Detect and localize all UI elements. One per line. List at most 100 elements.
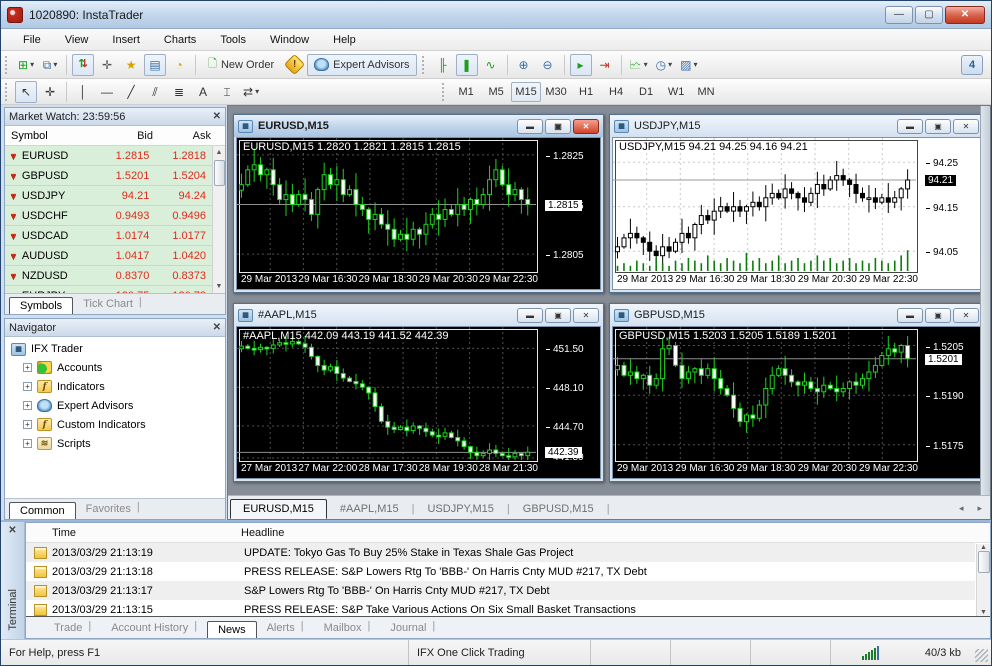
fibonacci-button[interactable]: ≣ [168,81,190,103]
chart-tab-aapl[interactable]: #AAPL,M15 [327,499,412,519]
scrollbar-thumb[interactable] [213,160,225,186]
timeframe-m1[interactable]: M1 [451,82,481,102]
scroll-up-icon[interactable]: ▲ [213,146,225,159]
terminal-scrollbar[interactable]: ▲ ▼ [976,544,990,616]
chart-restore-button[interactable]: ▣ [545,118,571,134]
chart-window-aapl[interactable]: ▦ #AAPL,M15 ▬ ▣ ✕ #AAPL,M15 442.09 443.1… [233,303,604,482]
chart-minimize-button[interactable]: ▬ [517,118,543,134]
candlestick-chart[interactable] [237,138,536,271]
menu-window[interactable]: Window [258,31,321,49]
status-mode-text[interactable]: IFX One Click Trading [409,640,591,665]
scrollbar-thumb[interactable] [977,551,990,573]
line-chart-button[interactable]: ∿ [480,54,502,76]
scroll-up-icon[interactable]: ▲ [980,544,987,551]
strategy-tester-button[interactable]: ◔ [168,54,190,76]
tab-alerts[interactable]: Alerts | [257,618,314,638]
tree-item-custom-indicators[interactable]: + f Custom Indicators [9,415,225,434]
tab-tick-chart[interactable]: Tick Chart | [73,294,152,314]
chart-restore-button[interactable]: ▣ [925,118,951,134]
candlestick-chart[interactable] [237,327,536,460]
notifications-badge[interactable]: 4 [961,54,983,75]
expand-plus-icon[interactable]: + [23,363,32,372]
crosshair-window-button[interactable]: ✛ [96,54,118,76]
timeframe-m15[interactable]: M15 [511,81,542,102]
terminal-close-icon[interactable]: ✕ [8,522,16,539]
news-row[interactable]: 2013/03/29 21:13:17 S&P Lowers Rtg To 'BB… [26,581,975,600]
chart-window-title-bar[interactable]: ▦ EURUSD,M15 ▬ ▣ ✕ [234,115,603,137]
timeframe-mn[interactable]: MN [691,82,721,102]
scroll-down-icon[interactable]: ▼ [980,609,987,616]
metaeditor-button[interactable]: ! [283,53,305,76]
chart-window-title-bar[interactable]: ▦ #AAPL,M15 ▬ ▣ ✕ [234,304,603,326]
menu-view[interactable]: View [53,31,101,49]
vertical-line-button[interactable]: │ [72,81,94,103]
chart-window-gbpusd[interactable]: ▦ GBPUSD,M15 ▬ ▣ ✕ GBPUSD,M15 1.5203 1.5… [609,303,984,482]
resize-grip[interactable] [975,649,988,662]
tick-chart-button[interactable]: ⇅ [72,53,95,76]
table-row[interactable]: ▼ NZDUSD 0.8370 0.8373 [5,266,212,286]
tab-trade[interactable]: Trade | [44,618,101,638]
text-button[interactable]: A [192,81,214,103]
trendline-button[interactable]: ╱ [120,81,142,103]
menu-file[interactable]: File [11,31,53,49]
arrows-button[interactable]: ⇄ ▾ [240,81,262,103]
menu-charts[interactable]: Charts [152,31,208,49]
tab-scroll-right-icon[interactable]: ▸ [977,503,982,514]
candlestick-button[interactable]: ❚ [455,53,478,76]
table-row[interactable]: ▼ AUDUSD 1.0417 1.0420 [5,246,212,266]
chart-close-button[interactable]: ✕ [953,118,979,134]
tab-common[interactable]: Common [9,502,76,519]
chart-close-button[interactable]: ✕ [573,118,599,134]
menu-help[interactable]: Help [321,31,368,49]
tab-symbols[interactable]: Symbols [9,297,74,314]
terminal-toggle-button[interactable]: ▤ [144,53,167,76]
chart-minimize-button[interactable]: ▬ [897,307,923,323]
timeframe-m5[interactable]: M5 [481,82,511,102]
tab-news[interactable]: News [207,621,257,638]
zoom-in-button[interactable]: ⊕ [513,54,535,76]
chart-window-usdjpy[interactable]: ▦ USDJPY,M15 ▬ ▣ ✕ USDJPY,M15 94.21 94.2… [609,114,984,293]
horizontal-line-button[interactable]: — [96,81,118,103]
market-watch-close-icon[interactable]: ✕ [213,111,221,122]
expand-plus-icon[interactable]: + [23,382,32,391]
profiles-button[interactable]: ⧉ ▾ [39,54,61,76]
menu-insert[interactable]: Insert [100,31,152,49]
expand-plus-icon[interactable]: + [23,439,32,448]
chart-shift-button[interactable]: ⇥ [594,54,616,76]
new-chart-button[interactable]: ⊞ ▾ [15,54,37,76]
candlestick-chart[interactable] [613,138,916,271]
tab-scroll-left-icon[interactable]: ◂ [959,503,964,514]
chart-window-eurusd[interactable]: ▦ EURUSD,M15 ▬ ▣ ✕ EURUSD,M15 1.2820 1.2… [233,114,604,293]
tab-favorites[interactable]: Favorites | [76,499,150,519]
table-row[interactable]: ▼EURJPY120.75120.78 [5,286,212,293]
chart-minimize-button[interactable]: ▬ [517,307,543,323]
indicators-button[interactable]: 🗠 ▾ [627,54,651,76]
new-order-button[interactable]: 🗋 New Order [201,54,281,76]
timeframe-d1[interactable]: D1 [631,82,661,102]
scroll-down-icon[interactable]: ▼ [213,280,225,293]
expand-plus-icon[interactable]: + [23,420,32,429]
text-label-button[interactable]: ⌶ [216,81,238,103]
market-watch-scrollbar[interactable]: ▲ ▼ [212,146,225,293]
table-row[interactable]: ▼ USDCHF 0.9493 0.9496 [5,206,212,226]
tree-item-scripts[interactable]: + ≋ Scripts [9,434,225,453]
channel-button[interactable]: ⫽ [144,81,166,103]
chart-tab-eurusd[interactable]: EURUSD,M15 [230,499,327,519]
timeframe-h1[interactable]: H1 [571,82,601,102]
tab-account-history[interactable]: Account History | [101,618,207,638]
tree-item-accounts[interactable]: + Accounts [9,358,225,377]
news-row[interactable]: 2013/03/29 21:13:18 PRESS RELEASE: S&P Lo… [26,562,975,581]
close-button[interactable]: ✕ [945,5,985,24]
chart-window-title-bar[interactable]: ▦ GBPUSD,M15 ▬ ▣ ✕ [610,304,983,326]
chart-tab-gbpusd[interactable]: GBPUSD,M15 [510,499,607,519]
chart-tab-usdjpy[interactable]: USDJPY,M15 [414,499,506,519]
zoom-out-button[interactable]: ⊖ [537,54,559,76]
chart-window-title-bar[interactable]: ▦ USDJPY,M15 ▬ ▣ ✕ [610,115,983,137]
tab-journal[interactable]: Journal | [380,618,445,638]
minimize-button[interactable]: — [885,5,913,24]
crosshair-button[interactable]: ✛ [39,81,61,103]
expand-plus-icon[interactable]: + [23,401,32,410]
workspace-scrollbar[interactable] [980,106,990,495]
templates-button[interactable]: ▨ ▾ [677,54,700,76]
candlestick-chart[interactable] [613,327,916,460]
